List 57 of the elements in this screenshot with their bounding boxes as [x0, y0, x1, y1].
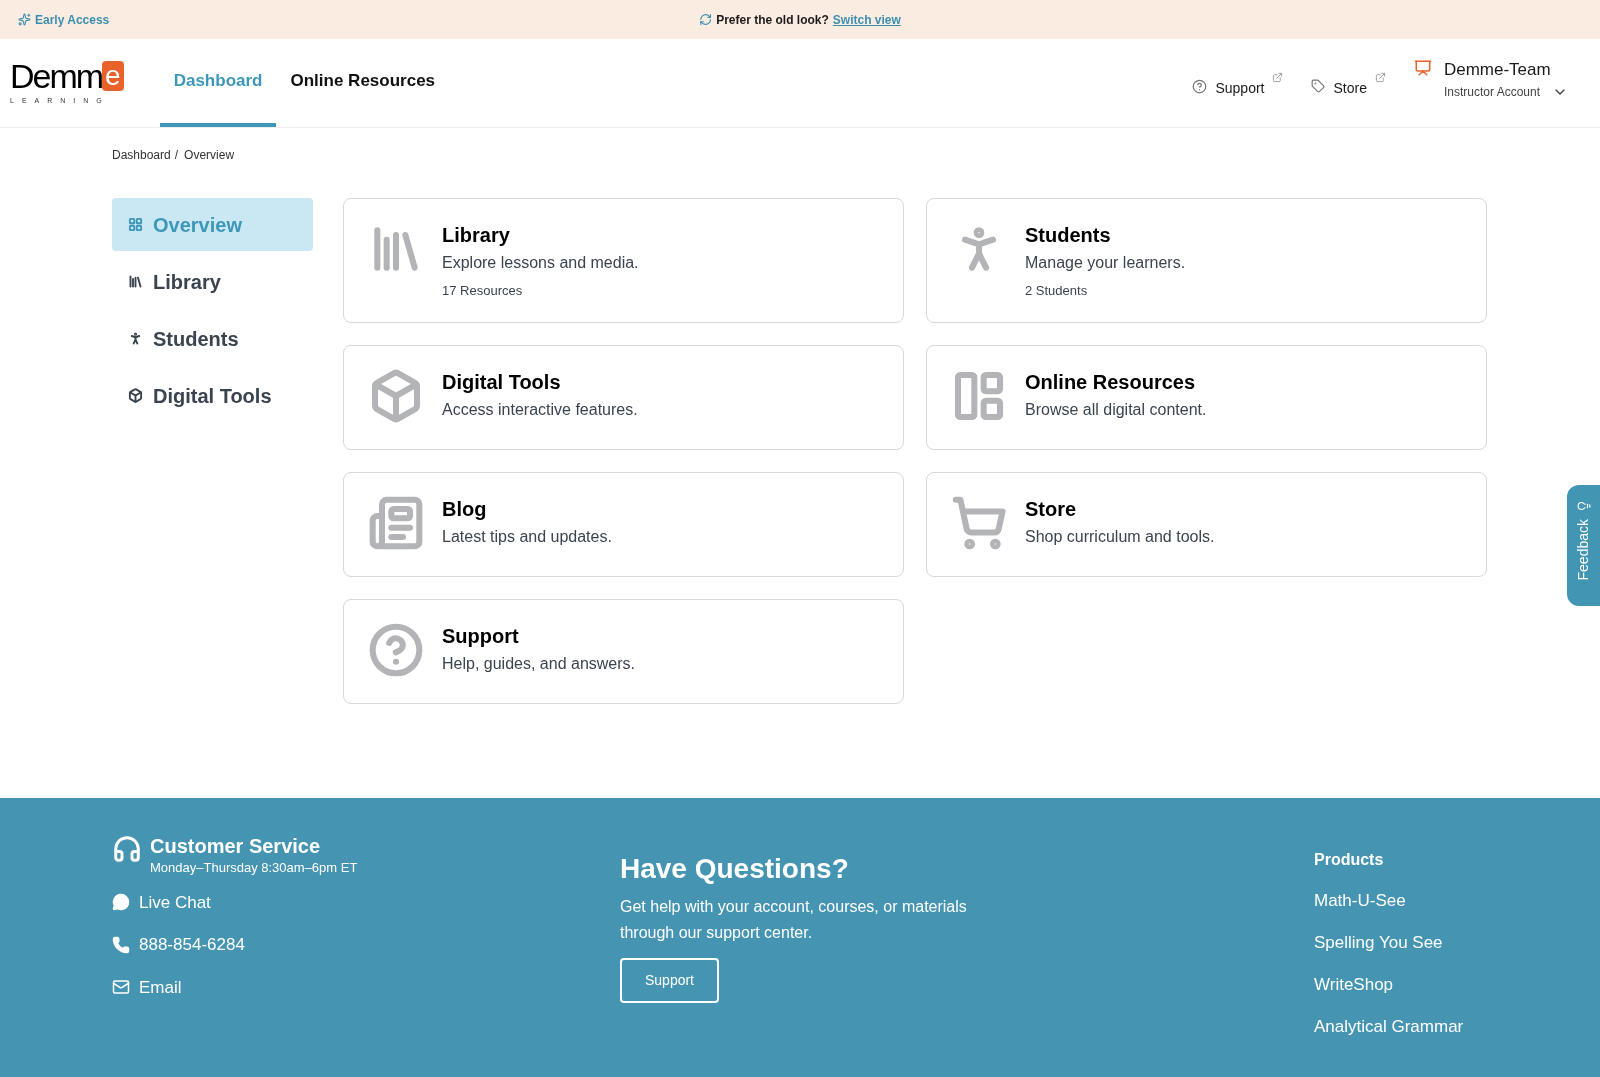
card-count: 17 Resources — [442, 282, 524, 300]
card-description: Latest tips and updates. — [442, 527, 612, 547]
card-title: Blog — [442, 497, 488, 522]
dashboard-card[interactable]: Store Shop curriculum and tools. — [926, 472, 1487, 577]
products-title: Products — [1314, 850, 1385, 870]
person-icon — [128, 331, 143, 346]
card-description: Help, guides, and answers. — [442, 654, 635, 674]
tag-icon — [1311, 78, 1326, 93]
card-title: Digital Tools — [442, 370, 562, 395]
dashboard-card[interactable]: Library Explore lessons and media. 17 Resources — [343, 198, 904, 323]
questions-title: Have Questions? — [620, 852, 850, 886]
sidebar-item[interactable]: Students — [112, 312, 313, 365]
breadcrumb-link[interactable]: Overview — [184, 146, 235, 164]
card-description: Explore lessons and media. — [442, 253, 639, 273]
card-title: Store — [1025, 497, 1078, 522]
card-title: Library — [442, 223, 511, 248]
card-count: 2 Students — [1025, 282, 1089, 300]
card-description: Manage your learners. — [1025, 253, 1186, 273]
breadcrumb-link[interactable]: Dashboard — [112, 146, 171, 164]
header-link[interactable]: Store — [1311, 67, 1386, 99]
account-menu[interactable]: Demme-Team Instructor Account — [1413, 57, 1568, 101]
sidebar-item[interactable]: Digital Tools — [112, 369, 313, 422]
swap-icon — [699, 13, 713, 26]
service-hours: Monday–Thursday 8:30am–6pm ET — [150, 859, 358, 877]
help-icon — [1192, 78, 1208, 94]
books-icon — [128, 274, 143, 289]
card-description: Shop curriculum and tools. — [1025, 527, 1215, 547]
headset-icon — [112, 834, 142, 864]
dashboard-card[interactable]: Students Manage your learners. 2 Students — [926, 198, 1487, 323]
presenter-icon — [1413, 59, 1432, 78]
mail-icon — [112, 978, 130, 997]
service-title: Customer Service — [150, 834, 322, 858]
nav-tab[interactable]: Online Resources — [276, 39, 450, 127]
external-link-icon — [1374, 71, 1386, 83]
sidebar-item[interactable]: Library — [112, 255, 313, 308]
external-link-icon — [1272, 71, 1284, 83]
breadcrumb-separator: / — [174, 147, 179, 164]
cart-icon — [951, 495, 1007, 551]
questions-text: Get help with your account, courses, or materials through our support center. — [620, 897, 968, 943]
grid-icon — [128, 217, 143, 232]
card-title: Online Resources — [1025, 370, 1197, 395]
dashboard-card[interactable]: Blog Latest tips and updates. — [343, 472, 904, 577]
dashboard-card[interactable]: Digital Tools Access interactive features. — [343, 345, 904, 450]
banner-prompt: Prefer the old look? — [716, 11, 829, 29]
help-icon — [368, 622, 424, 678]
card-description: Browse all digital content. — [1025, 400, 1207, 420]
cube-icon — [128, 388, 143, 403]
newspaper-icon — [368, 495, 424, 551]
card-title: Support — [442, 624, 520, 649]
phone-icon — [112, 935, 130, 954]
card-title: Students — [1025, 223, 1112, 248]
dashboard-card[interactable]: Online Resources Browse all digital content. — [926, 345, 1487, 450]
sparkle-icon — [18, 13, 31, 26]
card-description: Access interactive features. — [442, 400, 638, 420]
chat-bubble-icon — [112, 893, 130, 912]
dashboard-card[interactable]: Support Help, guides, and answers. — [343, 599, 904, 704]
header-link[interactable]: Support — [1192, 67, 1284, 99]
